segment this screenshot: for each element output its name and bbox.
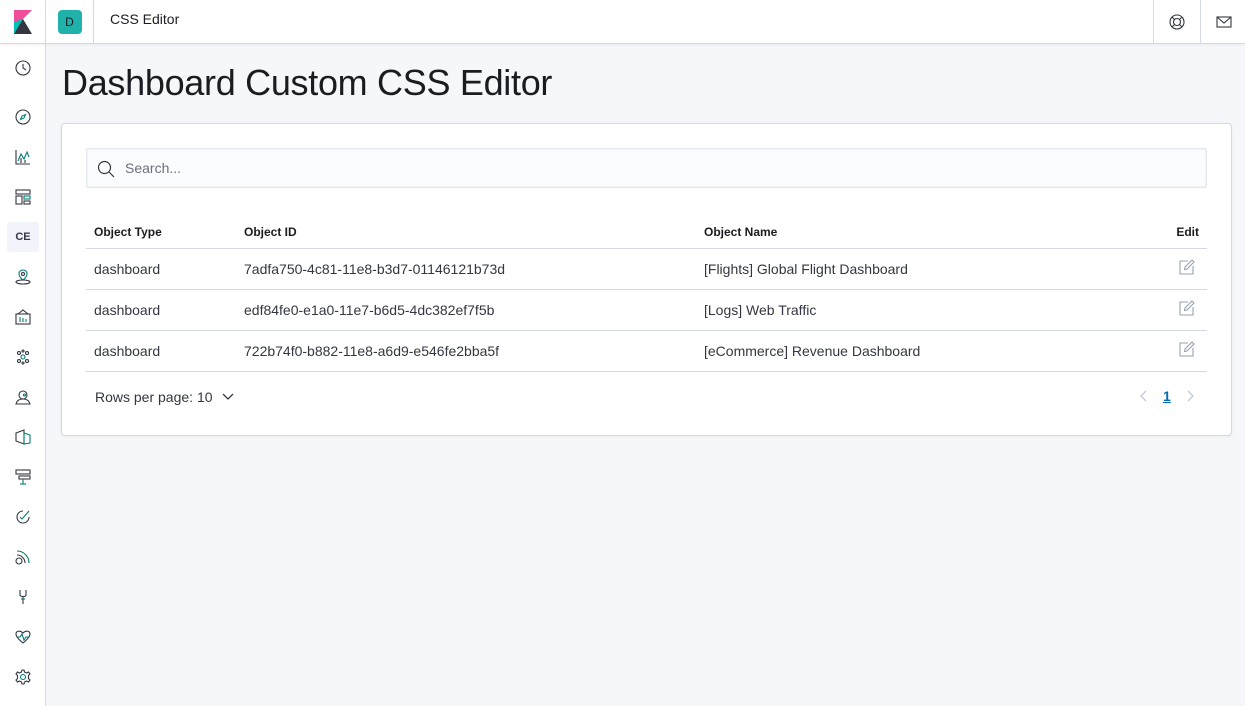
edit-icon[interactable] xyxy=(1179,259,1195,275)
css-editor-nav-label: CE xyxy=(7,222,39,252)
css-objects-panel: Object Type Object ID Object Name Edit d… xyxy=(61,123,1232,436)
clock-icon xyxy=(15,60,31,76)
page-title: Dashboard Custom CSS Editor xyxy=(62,62,553,103)
cell-object-name: [Flights] Global Flight Dashboard xyxy=(696,248,1156,290)
dashboard-icon xyxy=(15,189,31,205)
edit-cell xyxy=(1156,330,1207,372)
cell-object-id: 722b74f0-b882-11e8-a6d9-e546fe2bba5f xyxy=(236,330,696,372)
rows-per-page-button[interactable]: Rows per page: 10 xyxy=(95,389,235,405)
logs-icon xyxy=(15,469,31,485)
table-row: dashboard 7adfa750-4c81-11e8-b3d7-011461… xyxy=(86,248,1207,290)
column-header-object-name[interactable]: Object Name xyxy=(696,216,1156,249)
cell-object-type: dashboard xyxy=(86,248,236,290)
compass-icon xyxy=(15,109,31,125)
edit-icon[interactable] xyxy=(1179,341,1195,357)
mail-icon xyxy=(1215,15,1232,28)
rows-per-page-label: Rows per page: 10 xyxy=(95,389,213,405)
canvas-icon xyxy=(15,309,31,325)
side-navigation: CE xyxy=(0,44,46,706)
nav-discover[interactable] xyxy=(0,101,46,133)
space-avatar: D xyxy=(57,9,82,34)
chevron-down-icon xyxy=(222,393,233,400)
objects-table: Object Type Object ID Object Name Edit d… xyxy=(86,216,1207,372)
user-icon xyxy=(15,390,31,405)
nav-machine-learning[interactable] xyxy=(0,341,46,373)
kibana-logo[interactable] xyxy=(0,0,46,43)
column-header-object-type[interactable]: Object Type xyxy=(86,216,236,249)
cell-object-name: [Logs] Web Traffic xyxy=(696,289,1156,331)
table-row: dashboard edf84fe0-e1a0-11e7-b6d5-4dc382… xyxy=(86,289,1207,331)
app-title: CSS Editor xyxy=(110,11,180,27)
page-number-button[interactable]: 1 xyxy=(1163,388,1171,404)
maps-icon xyxy=(15,269,31,285)
nav-maps[interactable] xyxy=(0,261,46,293)
nav-dashboard[interactable] xyxy=(0,181,46,213)
nav-css-editor[interactable]: CE xyxy=(0,221,46,253)
table-header-row: Object Type Object ID Object Name Edit xyxy=(86,216,1207,249)
nav-canvas[interactable] xyxy=(0,301,46,333)
nav-logs[interactable] xyxy=(0,461,46,493)
pagination: 1 xyxy=(1139,388,1195,404)
apm-icon xyxy=(15,429,31,445)
edit-cell xyxy=(1156,289,1207,331)
search-box[interactable] xyxy=(86,148,1207,188)
monitoring-icon xyxy=(15,630,31,644)
ml-icon xyxy=(16,349,30,365)
gear-icon xyxy=(15,669,31,685)
top-header: D CSS Editor xyxy=(0,0,1245,44)
space-selector[interactable]: D xyxy=(46,0,94,43)
kibana-logo-icon xyxy=(13,9,32,34)
search-icon xyxy=(97,160,115,178)
cell-object-name: [eCommerce] Revenue Dashboard xyxy=(696,330,1156,372)
search-input[interactable] xyxy=(125,149,1185,187)
visualize-icon xyxy=(15,150,30,165)
nav-siem[interactable] xyxy=(0,541,46,573)
help-icon xyxy=(1168,13,1185,30)
cell-object-id: edf84fe0-e1a0-11e7-b6d5-4dc382ef7f5b xyxy=(236,289,696,331)
column-header-object-id[interactable]: Object ID xyxy=(236,216,696,249)
cell-object-type: dashboard xyxy=(86,289,236,331)
nav-management[interactable] xyxy=(0,661,46,693)
edit-cell xyxy=(1156,248,1207,290)
nav-monitoring[interactable] xyxy=(0,621,46,653)
table-row: dashboard 722b74f0-b882-11e8-a6d9-e546fe… xyxy=(86,330,1207,372)
uptime-icon xyxy=(16,510,30,524)
edit-icon[interactable] xyxy=(1179,300,1195,316)
next-page-icon[interactable] xyxy=(1185,389,1195,403)
nav-visualize[interactable] xyxy=(0,141,46,173)
previous-page-icon[interactable] xyxy=(1139,389,1149,403)
dev-tools-icon xyxy=(19,590,27,604)
siem-icon xyxy=(15,550,30,565)
column-header-edit: Edit xyxy=(1156,216,1207,249)
nav-recently-viewed[interactable] xyxy=(0,52,46,84)
nav-dev-tools[interactable] xyxy=(0,581,46,613)
cell-object-type: dashboard xyxy=(86,330,236,372)
newsfeed-button[interactable] xyxy=(1200,0,1245,43)
help-button[interactable] xyxy=(1153,0,1199,43)
nav-apm[interactable] xyxy=(0,421,46,453)
nav-users[interactable] xyxy=(0,381,46,413)
nav-uptime[interactable] xyxy=(0,501,46,533)
cell-object-id: 7adfa750-4c81-11e8-b3d7-01146121b73d xyxy=(236,248,696,290)
